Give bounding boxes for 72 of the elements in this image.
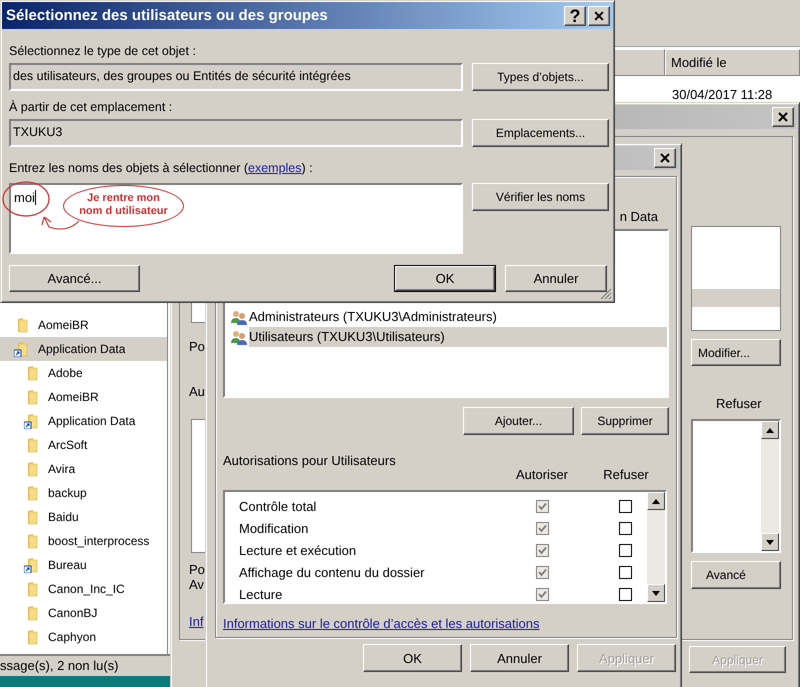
deny-checkbox[interactable]	[619, 500, 632, 512]
label-fragment: Av	[189, 577, 204, 592]
close-icon	[660, 153, 670, 163]
tree-item[interactable]: Bureau	[0, 553, 167, 577]
tree-item[interactable]: Baidu	[0, 505, 167, 529]
tree-item[interactable]: backup	[0, 481, 167, 505]
deny-checkbox[interactable]	[619, 566, 632, 578]
column-header: Autoriser	[514, 467, 570, 482]
ok-button[interactable]: OK	[394, 265, 496, 292]
object-name: n Data	[618, 209, 658, 224]
date-cell-text: 30/04/2017 11:28	[672, 87, 774, 102]
annotation-note: Je rentre mon nom d utilisateur	[63, 185, 184, 227]
users-icon	[231, 329, 247, 345]
window-title: Sélectionnez des utilisateurs ou des groupes	[6, 7, 329, 24]
tree-item[interactable]: AomeiBR	[0, 385, 167, 409]
tree-item[interactable]: Avira	[0, 457, 167, 481]
tree-item[interactable]: ArcSoft	[0, 433, 167, 457]
permission-name: Modification	[238, 520, 310, 536]
up-arrow-icon	[766, 428, 774, 432]
examples-link[interactable]: exemples	[248, 161, 302, 175]
close-icon	[778, 112, 788, 122]
highlight-circle	[1, 180, 51, 218]
advanced-button[interactable]: Avancé...	[9, 265, 140, 292]
help-link[interactable]: Informations sur le contrôle d’accès et les autorisations	[223, 616, 540, 631]
object-types-button[interactable]: Types d’objets...	[472, 63, 609, 91]
users-icon	[231, 309, 247, 325]
field-label: Entrez les noms des objets à sélectionner (exemples) :	[9, 161, 314, 175]
deny-checkbox[interactable]	[619, 544, 632, 556]
resize-grip-icon	[600, 288, 612, 300]
close-button[interactable]: ×	[588, 6, 610, 26]
tree-item[interactable]: AomeiBR	[0, 313, 167, 337]
column-header: Refuser	[716, 396, 762, 411]
tree-item[interactable]: Caphyon	[0, 625, 167, 649]
deny-checkbox[interactable]	[619, 588, 632, 600]
permission-name: Contrôle total	[238, 498, 318, 514]
cancel-button[interactable]: Annuler	[505, 265, 607, 292]
tree-item[interactable]: Canon_Inc_IC	[0, 577, 167, 601]
remove-button[interactable]: Supprimer	[581, 407, 669, 435]
location-field: TXUKU3	[9, 119, 463, 147]
label-fragment: Po	[189, 562, 205, 577]
tree-item[interactable]: Application Data	[0, 337, 167, 361]
down-arrow-icon	[652, 590, 660, 596]
scrollbar[interactable]	[647, 492, 665, 602]
object-type-field: des utilisateurs, des groupes ou Entités de sécurité intégrées	[9, 63, 463, 91]
tree-item[interactable]: boost_interprocess	[0, 529, 167, 553]
tree-item[interactable]: Adobe	[0, 361, 167, 385]
permissions-label: Autorisations pour Utilisateurs	[223, 453, 397, 468]
help-link[interactable]: Inf	[189, 614, 204, 629]
scrollbar[interactable]	[761, 421, 779, 551]
advanced-button[interactable]: Avancé	[691, 561, 781, 589]
field-label: À partir de cet emplacement :	[9, 100, 174, 114]
deny-checkbox[interactable]	[619, 522, 632, 534]
column-header[interactable]: Modifié le	[665, 49, 800, 76]
dialog-button[interactable]: OK	[363, 644, 462, 672]
permission-name: Lecture	[238, 586, 284, 602]
down-arrow-icon	[766, 540, 774, 544]
check-names-button[interactable]: Vérifier les noms	[472, 183, 609, 211]
help-button[interactable]: ?	[564, 6, 586, 26]
dialog-button[interactable]: Annuler	[470, 644, 569, 672]
label-fragment: Po	[189, 339, 205, 354]
user-list-item[interactable]: Administrateurs (TXUKU3\Administrateurs)	[225, 307, 667, 327]
label-fragment: Au	[189, 384, 205, 399]
locations-button[interactable]: Emplacements...	[472, 119, 609, 147]
tree-item[interactable]: CanonBJ	[0, 601, 167, 625]
permission-name: Lecture et exécution	[238, 542, 358, 558]
field-label: Sélectionnez le type de cet objet :	[9, 44, 197, 58]
column-header: Refuser	[602, 467, 650, 482]
add-button[interactable]: Ajouter...	[463, 407, 574, 435]
permission-name: Affichage du contenu du dossier	[238, 564, 426, 580]
modify-button[interactable]: Modifier...	[691, 339, 781, 366]
tree-item[interactable]: Application Data	[0, 409, 167, 433]
up-arrow-icon	[652, 498, 660, 504]
